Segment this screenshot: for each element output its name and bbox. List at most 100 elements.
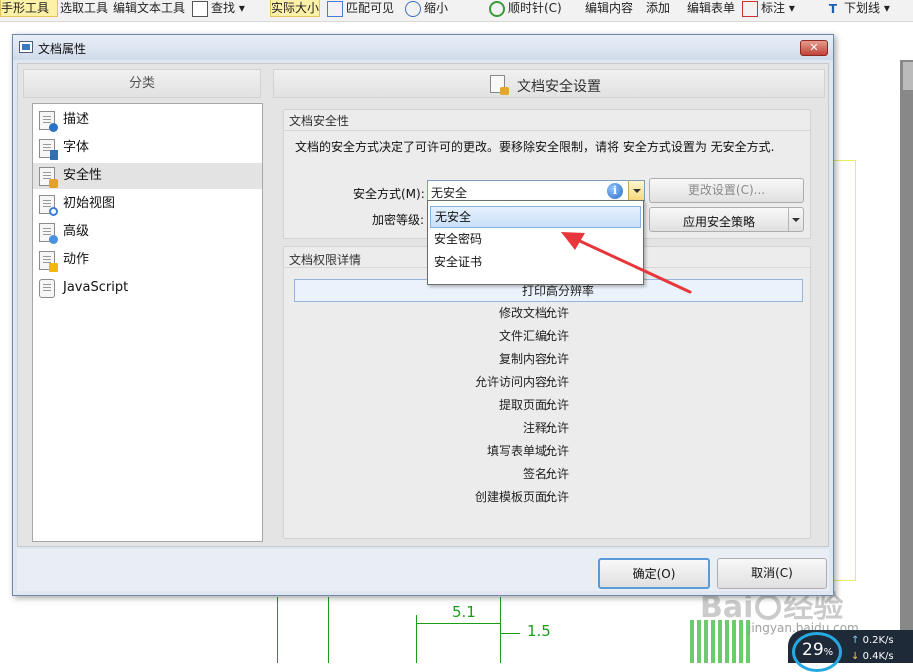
upload-arrow-icon: ↑ (851, 635, 860, 646)
category-label: 描述 (63, 112, 90, 127)
toolbar-label: 下划线 (844, 1, 881, 15)
category-item-initial-view[interactable]: 初始视图 (33, 191, 262, 217)
permission-row[interactable]: 文件汇编: 允许 (294, 325, 803, 348)
drawing-line (277, 597, 278, 663)
find-button[interactable]: 查找 ▾ (192, 0, 245, 22)
permission-row[interactable]: 提取页面: 允许 (294, 394, 803, 417)
add-button[interactable]: 添加 (646, 0, 682, 22)
actual-size-button[interactable]: 实际大小 (270, 0, 320, 17)
download-speed: 0.4K/s (862, 651, 894, 662)
select-tool-button[interactable]: 选取工具 (60, 0, 112, 22)
info-icon[interactable]: i (607, 183, 623, 199)
scrollbar-thumb[interactable] (903, 62, 913, 90)
window-icon (19, 41, 33, 53)
permission-value: 允许 (545, 421, 570, 435)
permission-row[interactable]: 签名: 允许 (294, 463, 803, 486)
encryption-level-label: 加密等级: (372, 213, 425, 227)
toolbar-label: 匹配可见 (346, 1, 395, 15)
permission-row[interactable]: 复制内容: 允许 (294, 348, 803, 371)
rotate-clockwise-icon (489, 0, 505, 17)
page-guide-line (855, 160, 856, 580)
permission-row[interactable]: 创建模板页面: 允许 (294, 486, 803, 509)
security-method-value: 无安全 (431, 186, 468, 200)
page-guide-line (834, 580, 856, 581)
page-guide-line (834, 160, 856, 161)
usage-percent: 29 (802, 640, 824, 660)
underline-button[interactable]: T 下划线 ▾ (825, 0, 890, 22)
security-method-select[interactable]: 无安全 i (427, 180, 645, 202)
permission-name: 文件汇编: (498, 329, 551, 343)
script-scroll-icon (39, 279, 55, 298)
change-settings-button[interactable]: 更改设置(C)... (649, 178, 804, 203)
category-label: 字体 (63, 140, 90, 155)
cancel-button[interactable]: 取消(C) (717, 558, 827, 589)
edit-text-button[interactable]: 编辑文本工具 (113, 0, 185, 22)
edit-content-button[interactable]: 编辑内容 (585, 0, 643, 22)
underline-icon: T (828, 1, 838, 16)
category-header: 分类 (23, 69, 261, 98)
close-button[interactable]: ✕ (800, 40, 828, 56)
category-label: 动作 (63, 252, 90, 267)
permission-row[interactable]: 注释: 允许 (294, 417, 803, 440)
group-title: 文档安全性 (289, 114, 350, 128)
edit-form-button[interactable]: 编辑表单 (687, 0, 737, 22)
security-settings-header: 文档安全设置 (273, 69, 825, 98)
category-item-security[interactable]: 安全性 (33, 163, 262, 189)
permission-value: 允许 (545, 375, 570, 389)
toolbar-label: 编辑内容 (585, 1, 634, 15)
upload-speed: 0.2K/s (862, 635, 894, 646)
dialog-titlebar[interactable]: 文档属性 ✕ (13, 35, 833, 60)
zoom-out-icon (405, 0, 421, 17)
chevron-down-icon[interactable] (792, 218, 800, 222)
permission-row[interactable]: 允许访问内容: 允许 (294, 371, 803, 394)
fit-visible-icon (327, 0, 343, 17)
category-item-font[interactable]: 字体 (33, 135, 262, 161)
permission-name: 复制内容: (498, 352, 551, 366)
toolbar-label: 标注 (761, 1, 786, 15)
drawing-line (328, 597, 329, 663)
toolbar-label: 选取工具 (60, 1, 109, 15)
annotation-arrow (561, 232, 692, 294)
toolbar-label: 编辑表单 (687, 1, 736, 15)
category-item-actions[interactable]: 动作 (33, 247, 262, 273)
permission-name: 填写表单域: (486, 444, 551, 458)
lock-document-icon (39, 167, 58, 188)
download-arrow-icon: ↓ (851, 651, 860, 662)
annotate-button[interactable]: 标注 ▾ (742, 0, 795, 22)
dropdown-button[interactable] (628, 181, 644, 201)
dialog-title: 文档属性 (38, 42, 87, 56)
permission-value: 允许 (545, 306, 570, 320)
hand-tool-button[interactable]: 手形工具 (0, 0, 58, 17)
rotate-clockwise-button[interactable]: 顺时针(C) (489, 0, 562, 22)
permission-row[interactable]: 填写表单域: 允许 (294, 440, 803, 463)
permission-name: 提取页面: (498, 398, 551, 412)
permission-name: 修改文档: (498, 306, 551, 320)
toolbar-label: 顺时针(C) (508, 1, 562, 15)
network-speed-widget: 29% ↑ 0.2K/s ↓ 0.4K/s (788, 630, 913, 672)
vertical-scrollbar[interactable] (900, 60, 913, 663)
permission-value: 允许 (545, 329, 570, 343)
permission-name: 允许访问内容: (474, 375, 551, 389)
category-item-description[interactable]: 描述 (33, 107, 262, 133)
category-item-advanced[interactable]: 高级 (33, 219, 262, 245)
permission-name: 创建模板页面: (474, 490, 551, 504)
toolbar-label: 实际大小 (271, 1, 320, 15)
gear-document-icon (39, 223, 58, 244)
toolbar-label: 手形工具 (1, 1, 50, 15)
ok-button[interactable]: 确定(O) (598, 558, 710, 589)
fit-visible-button[interactable]: 匹配可见 (327, 0, 394, 22)
category-label: 高级 (63, 224, 90, 239)
toolbar-label: 添加 (646, 1, 671, 15)
dimension-line (500, 633, 520, 634)
main-toolbar: 手形工具 选取工具 编辑文本工具 查找 ▾ 实际大小 匹配可见 缩小 顺时针(C… (0, 0, 913, 22)
category-label: 安全性 (63, 168, 103, 183)
dimension-line (416, 623, 500, 624)
split-divider (788, 208, 789, 231)
permission-row[interactable]: 修改文档: 允许 (294, 302, 803, 325)
document-properties-dialog: 文档属性 ✕ 分类 描述 字体 安全性 初始视图 高级 动作 JavaScrip… (12, 34, 834, 596)
dimension-label: 5.1 (452, 603, 476, 621)
lightning-document-icon (39, 251, 58, 272)
category-item-javascript[interactable]: JavaScript (33, 275, 262, 301)
zoom-out-button[interactable]: 缩小 (405, 0, 448, 22)
drawing-line (500, 597, 501, 663)
